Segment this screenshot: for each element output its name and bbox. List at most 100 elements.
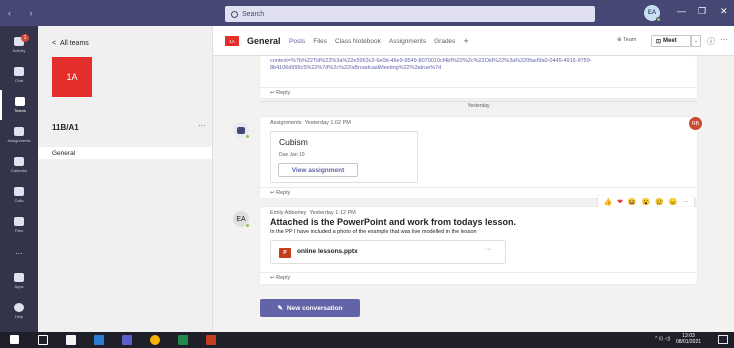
info-icon[interactable]: ⓘ [707,36,715,47]
assignments-icon [14,127,24,136]
chevron-left-icon: < [52,40,57,47]
close-icon[interactable]: ✕ [720,6,728,17]
surprised-reaction[interactable]: 😮 [642,198,651,206]
files-icon [14,217,24,226]
appbar-label: Calls [14,198,24,203]
chrome-icon[interactable] [150,335,160,345]
meet-label: Meet [663,38,677,44]
appbar-label: Apps [14,284,24,289]
message-feed: context=%7b%22Tid%22%3a%22e5963c2-6e0d-4… [213,56,734,332]
phone-icon [14,187,24,196]
appbar-apps[interactable]: Apps [0,266,38,296]
new-conversation-button[interactable]: ✎ New conversation [260,299,360,317]
lesson-message: Emily Abberley Yesterday 1:12 PM Attache… [260,207,697,284]
presence-icon [245,223,250,228]
all-teams-link[interactable]: < All teams [52,40,89,47]
channel-item-general[interactable]: General [38,147,212,159]
appbar-more[interactable]: ... [0,236,38,266]
appbar-assignments[interactable]: Assignments [0,120,38,150]
help-icon [14,303,24,312]
channel-header: 1A General Posts Files Class Notebook As… [213,26,734,56]
appbar-chat[interactable]: Chat [0,60,38,90]
channel-title: General [247,36,281,46]
file-attachment[interactable]: P online lessons.pptx ··· [270,240,506,264]
assignment-title: Cubism [279,137,308,147]
notifications-icon[interactable] [718,335,728,344]
appbar-label: Help [14,314,24,319]
compose-icon: ✎ [277,305,283,312]
appbar-teams[interactable]: Teams [0,90,38,120]
sad-reaction[interactable]: 😢 [655,198,664,206]
appbar-help[interactable]: Help [0,296,38,326]
reply-icon: ↩ [270,275,275,281]
view-assignment-button[interactable]: View assignment [278,163,358,177]
reply-label: Reply [276,190,291,196]
appbar-label: Teams [14,108,26,113]
author-avatar: EA [233,211,250,228]
powerpoint-icon: P [279,248,291,258]
channel-list: < All teams 1A 11B/A1 ··· General [38,26,213,332]
minimize-icon[interactable]: — [677,6,686,16]
search-placeholder: Search [242,10,265,18]
windows-start-icon[interactable] [10,335,19,344]
author-initials: EA [236,215,246,223]
message-meta: Assignments Yesterday 1:02 PM [270,120,351,126]
meeting-link[interactable]: context=%7b%22Tid%22%3a%22e5963c2-6e0d-4… [270,58,690,72]
appbar-label: Chat [14,78,24,83]
new-conversation-label: New conversation [286,304,343,312]
reply-label: Reply [276,90,291,96]
search-input[interactable]: Search [225,6,595,22]
reply-icon: ↩ [270,90,275,96]
meeting-message: context=%7b%22Tid%22%3a%22e5963c2-6e0d-4… [260,56,697,98]
calendar-icon [14,157,24,166]
assignment-card: Cubism Due Jan 10 View assignment [270,131,418,183]
app-icon[interactable] [66,335,76,345]
excel-icon[interactable] [178,335,188,345]
assignments-icon [237,126,245,134]
reply-icon: ↩ [270,190,275,196]
search-icon [231,10,238,18]
word-icon[interactable] [94,335,104,345]
tab-files[interactable]: Files [313,38,327,45]
like-reaction[interactable]: 👍 [603,198,612,206]
reply-button[interactable]: ↩ Reply [260,87,697,98]
more-options-button[interactable]: ··· [720,35,728,44]
team-button[interactable]: ⊕ Team [617,37,637,43]
appbar-activity[interactable]: Activity 1 [0,30,38,60]
appbar-calendar[interactable]: Calendar [0,150,38,180]
tab-posts[interactable]: Posts [289,38,305,45]
appbar-label: Activity [12,48,26,53]
add-tab-button[interactable]: + [463,37,468,46]
all-teams-label: All teams [59,40,89,47]
teams-taskbar-icon[interactable] [122,335,132,345]
system-tray-icons[interactable]: ^ ⊡ ◁) [655,336,670,342]
message-time: Yesterday 1:02 PM [304,120,351,126]
windows-taskbar: ^ ⊡ ◁) 13:03 08/01/2021 [0,332,734,348]
taskbar-clock[interactable]: 13:03 08/01/2021 [676,333,701,345]
team-name[interactable]: 11B/A1 [52,123,79,132]
teams-icon [15,97,25,106]
more-reactions-button[interactable]: ··· [682,199,688,205]
laugh-reaction[interactable]: 😆 [628,198,637,206]
app-bar: Activity 1 Chat Teams Assignments Calend… [0,26,38,332]
powerpoint-taskbar-icon[interactable] [206,335,216,345]
maximize-icon[interactable]: ❐ [698,6,706,17]
chevron-down-icon[interactable]: ⌄ [691,35,701,47]
message-body: In the PP I have included a photo of the… [270,229,477,235]
tab-class-notebook[interactable]: Class Notebook [335,38,381,45]
team-more-button[interactable]: ··· [198,121,206,130]
back-forward-arrows[interactable]: ‹ › [8,8,41,18]
tab-assignments[interactable]: Assignments [389,38,426,45]
user-avatar[interactable]: EA [644,5,661,22]
task-view-icon[interactable] [38,335,48,345]
heart-reaction[interactable]: ❤ [617,198,623,206]
chat-icon [14,67,24,76]
angry-reaction[interactable]: 😠 [669,198,678,206]
appbar-calls[interactable]: Calls [0,180,38,210]
reply-button[interactable]: ↩ Reply [260,272,697,283]
file-more-button[interactable]: ··· [485,246,492,253]
team-avatar-small: 1A [225,36,239,46]
tab-grades[interactable]: Grades [434,38,455,45]
more-icon: ... [15,246,23,256]
meet-button[interactable]: ⊡ Meet [651,35,691,47]
